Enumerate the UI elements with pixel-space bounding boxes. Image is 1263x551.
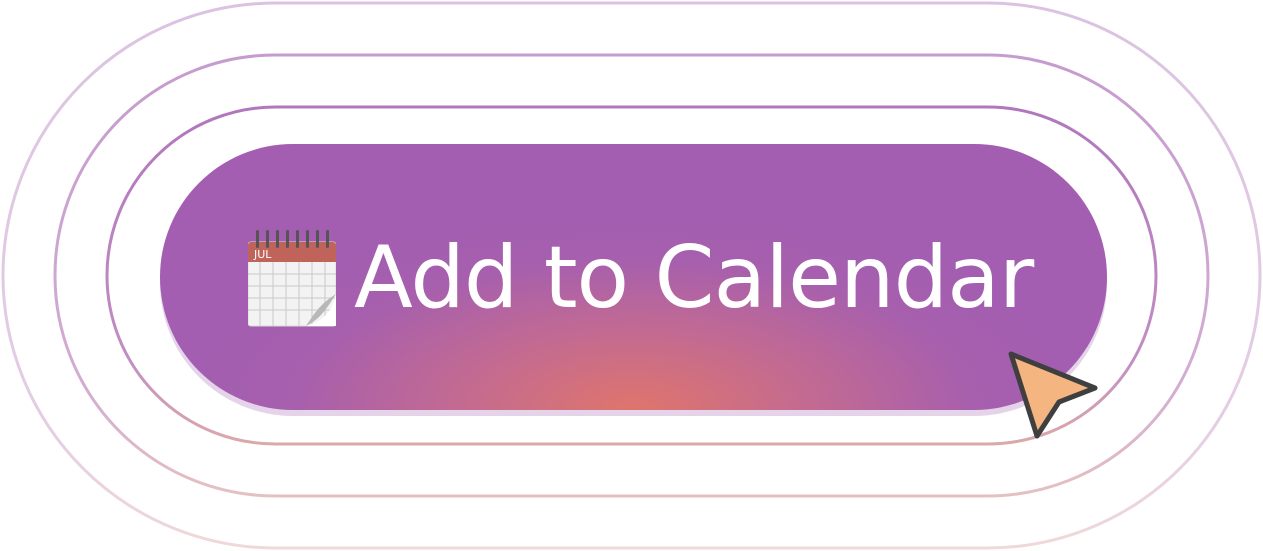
- calendar-icon: JUL: [248, 230, 336, 327]
- add-to-calendar-content: JUL Add to Calendar: [248, 218, 1034, 338]
- add-to-calendar-label: Add to Calendar: [354, 228, 1034, 328]
- pointer-arrow-icon: [1008, 351, 1098, 439]
- add-to-calendar-stage: JUL Add to Calendar: [0, 0, 1263, 551]
- calendar-month-label: JUL: [253, 248, 272, 261]
- add-to-calendar-button[interactable]: JUL Add to Calendar: [160, 144, 1107, 410]
